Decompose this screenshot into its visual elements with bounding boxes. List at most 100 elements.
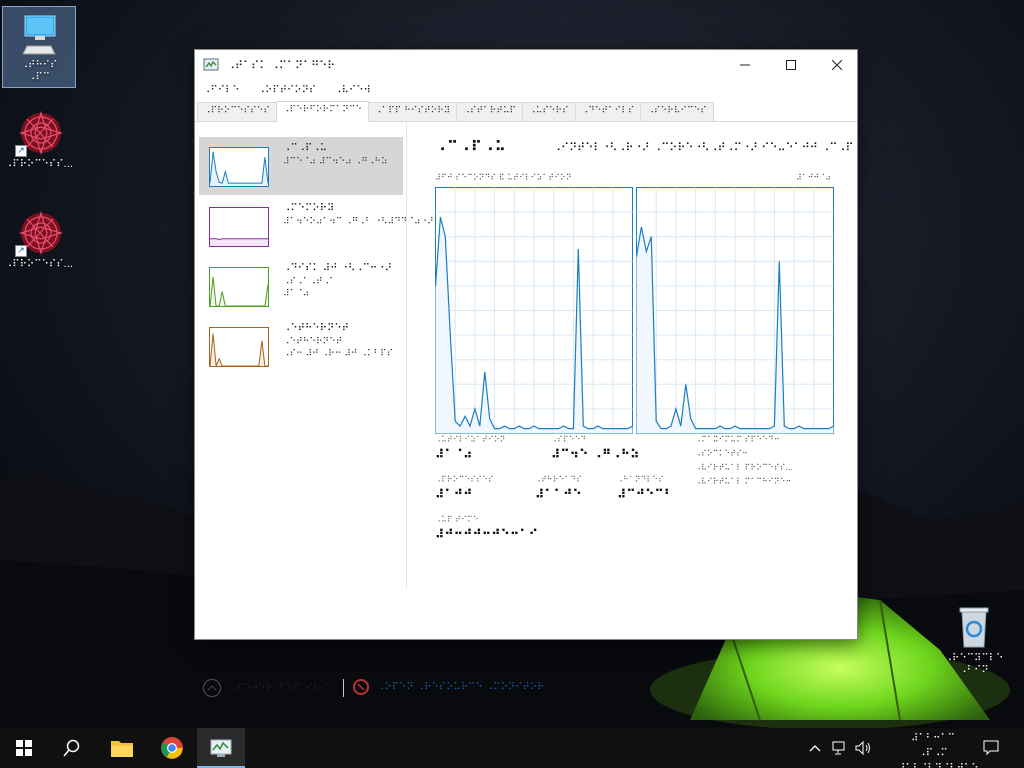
desktop-icon-this-pc[interactable]: ⠠⠞⠓⠊⠎ ⠠⠏⠉ bbox=[2, 6, 76, 88]
resource-name: ⠠⠙⠊⠎⠅ ⠼⠚ ⠐⠣⠠⠉⠒⠐⠜ bbox=[283, 263, 392, 274]
tab-startup[interactable]: ⠠⠎⠞⠁⠗⠞⠥⠏ bbox=[456, 102, 524, 121]
shortcut-arrow-icon: ↗ bbox=[15, 145, 27, 157]
stat-label-handles: ⠠⠓⠁⠝⠙⠇⠑⠎ bbox=[617, 475, 664, 484]
desktop-icon-shortcut-2[interactable]: ↗ ⠠⠏⠗⠕⠉⠑⠎⠎... bbox=[2, 206, 76, 274]
resource-name: ⠠⠉⠠⠏⠠⠥ bbox=[283, 143, 327, 154]
chevron-up-icon bbox=[809, 745, 821, 752]
desktop-icon-label: ⠠⠏⠗⠕⠉⠑⠎⠎... bbox=[4, 159, 74, 170]
folder-icon bbox=[111, 741, 133, 757]
desktop-icon-shortcut-1[interactable]: ↗ ⠠⠏⠗⠕⠉⠑⠎⠎... bbox=[2, 106, 76, 174]
action-center-button[interactable] bbox=[978, 728, 1004, 768]
close-button[interactable] bbox=[814, 50, 860, 80]
resource-item-ethernet[interactable]: ⠠⠑⠞⠓⠑⠗⠝⠑⠞ ⠠⠑⠞⠓⠑⠗⠝⠑⠞ ⠠⠎⠒ ⠼⠚ ⠠⠗⠒ ⠼⠚ ⠠⠅⠃⠏⠎ bbox=[199, 317, 403, 375]
desktop-icon-label: ⠠⠏⠗⠕⠉⠑⠎⠎... bbox=[4, 259, 74, 270]
window-title: ⠠⠞⠁⠎⠅ ⠠⠍⠁⠝⠁⠛⠑⠗ bbox=[227, 58, 336, 72]
network-icon bbox=[832, 741, 845, 755]
resource-subtext: ⠠⠑⠞⠓⠑⠗⠝⠑⠞ bbox=[283, 337, 343, 347]
file-explorer-button[interactable] bbox=[98, 728, 146, 768]
detail-title: ⠠⠉⠠⠏⠠⠥ bbox=[435, 139, 507, 155]
resource-name: ⠠⠑⠞⠓⠑⠗⠝⠑⠞ bbox=[283, 323, 349, 334]
resource-item-cpu[interactable]: ⠠⠉⠠⠏⠠⠥ ⠼⠉⠑⠈⠴ ⠼⠉⠲⠑⠴ ⠠⠛⠠⠓⠵ bbox=[199, 137, 403, 195]
resource-list: ⠠⠉⠠⠏⠠⠥ ⠼⠉⠑⠈⠴ ⠼⠉⠲⠑⠴ ⠠⠛⠠⠓⠵ ⠠⠍⠑⠍⠕⠗⠽ ⠼⠁⠲⠑⠕⠴⠁… bbox=[195, 123, 434, 589]
minimize-icon bbox=[740, 64, 750, 66]
notification-icon bbox=[983, 740, 999, 756]
stat-label-utilization: ⠠⠥⠞⠊⠇⠊⠵⠁⠞⠊⠕⠝ bbox=[435, 435, 506, 444]
stat-label-uptime: ⠠⠥⠏ ⠞⠊⠍⠑ bbox=[435, 515, 479, 524]
clock-time: ⠼⠁⠃⠒⠁⠉ ⠠⠏⠠⠍ bbox=[911, 733, 955, 759]
spec-virtual-machine: ⠠⠧⠊⠗⠞⠥⠁⠇ ⠍⠁⠉⠓⠊⠝⠑⠒ bbox=[695, 477, 792, 486]
window-footer: ⠠⠋⠑⠺⠑⠗ ⠙⠑⠞⠁⠊⠇⠎ ⠠⠕⠏⠑⠝ ⠠⠗⠑⠎⠕⠥⠗⠉⠑ ⠠⠍⠕⠝⠊⠞⠕⠗ bbox=[195, 663, 857, 713]
task-manager-taskbar-button[interactable] bbox=[197, 728, 245, 768]
resource-name: ⠠⠍⠑⠍⠕⠗⠽ bbox=[283, 203, 335, 214]
app-shortcut-icon: ↗ bbox=[15, 109, 64, 157]
thumbnail-line bbox=[209, 277, 269, 307]
maximize-icon bbox=[786, 60, 796, 70]
tab-services[interactable]: ⠠⠎⠑⠗⠧⠊⠉⠑⠎ bbox=[640, 102, 714, 121]
show-hidden-icons-button[interactable] bbox=[806, 728, 824, 768]
menu-bar: ⠠⠋⠊⠇⠑ ⠠⠕⠏⠞⠊⠕⠝⠎ ⠠⠧⠊⠑⠺ bbox=[195, 80, 857, 100]
this-pc-icon bbox=[15, 10, 63, 58]
performance-content: ⠠⠉⠠⠏⠠⠥ ⠼⠉⠑⠈⠴ ⠼⠉⠲⠑⠴ ⠠⠛⠠⠓⠵ ⠠⠍⠑⠍⠕⠗⠽ ⠼⠁⠲⠑⠕⠴⠁… bbox=[195, 123, 903, 697]
graph-max-label: ⠼⠁⠚⠚⠈⠴ bbox=[795, 173, 831, 182]
tab-users[interactable]: ⠠⠥⠎⠑⠗⠎ bbox=[522, 102, 576, 121]
stat-value-handles: ⠼⠉⠚⠑⠉⠃ bbox=[617, 487, 674, 501]
clock-date: ⠼⠁⠃⠌⠃⠙⠌⠃⠚⠁⠑ bbox=[898, 761, 979, 768]
close-icon bbox=[832, 60, 842, 70]
resource-subtext: ⠠⠎⠠⠁⠠⠞⠠⠁ bbox=[283, 277, 336, 287]
recycle-bin-icon bbox=[950, 603, 998, 651]
maximize-button[interactable] bbox=[768, 50, 814, 80]
chrome-button[interactable] bbox=[148, 728, 196, 768]
desktop-icon-label: ⠠⠗⠑⠉⠽⠉⠇⠑ ⠠⠃⠊⠝ bbox=[944, 653, 1004, 676]
resource-subtext: ⠼⠉⠑⠈⠴ ⠼⠉⠲⠑⠴ ⠠⠛⠠⠓⠵ bbox=[283, 157, 388, 167]
resource-subtext: ⠠⠎⠒ ⠼⠚ ⠠⠗⠒ ⠼⠚ ⠠⠅⠃⠏⠎ bbox=[283, 349, 394, 359]
shortcut-arrow-icon: ↗ bbox=[15, 245, 27, 257]
cpu-thumbnail-graph bbox=[209, 147, 269, 187]
resource-item-disk[interactable]: ⠠⠙⠊⠎⠅ ⠼⠚ ⠐⠣⠠⠉⠒⠐⠜ ⠠⠎⠠⠁⠠⠞⠠⠁ ⠼⠁⠈⠴ bbox=[199, 257, 403, 315]
app-shortcut-icon: ↗ bbox=[15, 209, 64, 257]
task-manager-icon bbox=[203, 57, 219, 73]
thumbnail-line bbox=[209, 151, 269, 184]
title-bar[interactable]: ⠠⠞⠁⠎⠅ ⠠⠍⠁⠝⠁⠛⠑⠗ bbox=[195, 50, 857, 80]
search-button[interactable] bbox=[48, 728, 96, 768]
menu-file[interactable]: ⠠⠋⠊⠇⠑ bbox=[203, 85, 240, 96]
stat-value-utilization: ⠼⠁⠈⠴ bbox=[435, 447, 473, 461]
task-manager-window: ⠠⠞⠁⠎⠅ ⠠⠍⠁⠝⠁⠛⠑⠗ ⠠⠋⠊⠇⠑ ⠠⠕⠏⠞⠊⠕⠝⠎ ⠠⠧⠊⠑⠺ ⠠⠏⠗⠕… bbox=[194, 49, 903, 697]
volume-button[interactable] bbox=[854, 728, 874, 768]
network-button[interactable] bbox=[830, 728, 850, 768]
menu-view[interactable]: ⠠⠧⠊⠑⠺ bbox=[334, 85, 371, 96]
footer-separator bbox=[343, 679, 344, 697]
open-resource-monitor-label: ⠠⠕⠏⠑⠝ ⠠⠗⠑⠎⠕⠥⠗⠉⠑ ⠠⠍⠕⠝⠊⠞⠕⠗ bbox=[377, 681, 545, 693]
search-icon bbox=[63, 739, 80, 757]
start-button[interactable] bbox=[0, 728, 48, 768]
tab-strip: ⠠⠏⠗⠕⠉⠑⠎⠎⠑⠎ ⠠⠏⠑⠗⠋⠕⠗⠍⠁⠝⠉⠑ ⠠⠁⠏⠏ ⠓⠊⠎⠞⠕⠗⠽ ⠠⠎⠞… bbox=[195, 100, 857, 122]
tab-details[interactable]: ⠠⠙⠑⠞⠁⠊⠇⠎ bbox=[574, 102, 642, 121]
stat-value-threads: ⠼⠁⠁⠚⠑ bbox=[535, 487, 582, 501]
spec-virtual-processors: ⠠⠧⠊⠗⠞⠥⠁⠇ ⠏⠗⠕⠉⠑⠎⠎... bbox=[695, 463, 794, 472]
stat-value-processes: ⠼⠁⠚⠚ bbox=[435, 487, 473, 501]
menu-options[interactable]: ⠠⠕⠏⠞⠊⠕⠝⠎ bbox=[258, 85, 317, 96]
cpu-graph-panel bbox=[635, 187, 834, 434]
fewer-details-button[interactable]: ⠠⠋⠑⠺⠑⠗ ⠙⠑⠞⠁⠊⠇⠎ bbox=[203, 679, 327, 697]
disk-thumbnail-graph bbox=[209, 267, 269, 307]
graph-caption: ⠼⠋⠚ ⠎⠑⠉⠕⠝⠙⠎ ⠯ ⠥⠞⠊⠇⠊⠵⠁⠞⠊⠕⠝ bbox=[435, 173, 572, 182]
ethernet-thumbnail-graph bbox=[209, 327, 269, 367]
chevron-up-icon bbox=[203, 679, 221, 697]
fewer-details-label: ⠠⠋⠑⠺⠑⠗ ⠙⠑⠞⠁⠊⠇⠎ bbox=[229, 682, 328, 694]
spec-max-speed: ⠠⠍⠁⠭⠊⠍⠥⠍ ⠎⠏⠑⠑⠙⠒ bbox=[695, 435, 780, 444]
desktop-icon-recycle-bin[interactable]: ⠠⠗⠑⠉⠽⠉⠇⠑ ⠠⠃⠊⠝ bbox=[937, 600, 1011, 680]
tab-performance[interactable]: ⠠⠏⠑⠗⠋⠕⠗⠍⠁⠝⠉⠑ bbox=[275, 101, 370, 122]
resource-item-memory[interactable]: ⠠⠍⠑⠍⠕⠗⠽ ⠼⠁⠲⠑⠕⠴⠁⠲⠉ ⠠⠛⠠⠃ ⠐⠣⠼⠙⠙⠈⠴⠐⠜ bbox=[199, 197, 434, 255]
taskbar-clock[interactable]: ⠼⠁⠃⠒⠁⠉ ⠠⠏⠠⠍ ⠼⠁⠃⠌⠃⠙⠌⠃⠚⠁⠑ bbox=[898, 731, 979, 768]
memory-thumbnail-graph bbox=[209, 207, 269, 247]
thumbnail-area bbox=[210, 277, 268, 306]
stat-value-speed: ⠼⠉⠲⠑ ⠠⠛⠠⠓⠵ bbox=[551, 447, 640, 461]
cpu-graph-panel bbox=[435, 187, 633, 434]
tab-app-history[interactable]: ⠠⠁⠏⠏ ⠓⠊⠎⠞⠕⠗⠽ bbox=[368, 102, 458, 121]
resource-subtext: ⠼⠁⠈⠴ bbox=[283, 289, 310, 299]
open-resource-monitor-link[interactable]: ⠠⠕⠏⠑⠝ ⠠⠗⠑⠎⠕⠥⠗⠉⠑ ⠠⠍⠕⠝⠊⠞⠕⠗ bbox=[353, 679, 545, 695]
stat-label-speed: ⠠⠎⠏⠑⠑⠙ bbox=[551, 435, 587, 444]
taskbar: ⠼⠁⠃⠒⠁⠉ ⠠⠏⠠⠍ ⠼⠁⠃⠌⠃⠙⠌⠃⠚⠁⠑ bbox=[0, 728, 1024, 768]
tab-processes[interactable]: ⠠⠏⠗⠕⠉⠑⠎⠎⠑⠎ bbox=[197, 102, 277, 121]
cpu-detail-pane: ⠠⠉⠠⠏⠠⠥ ⠠⠊⠝⠞⠑⠇⠐⠣⠠⠗⠐⠜ ⠠⠉⠕⠗⠑⠐⠣⠠⠞⠠⠍⠐⠜ ⠊⠑⠤⠑⠁⠚… bbox=[407, 123, 903, 589]
minimize-button[interactable] bbox=[722, 50, 768, 80]
